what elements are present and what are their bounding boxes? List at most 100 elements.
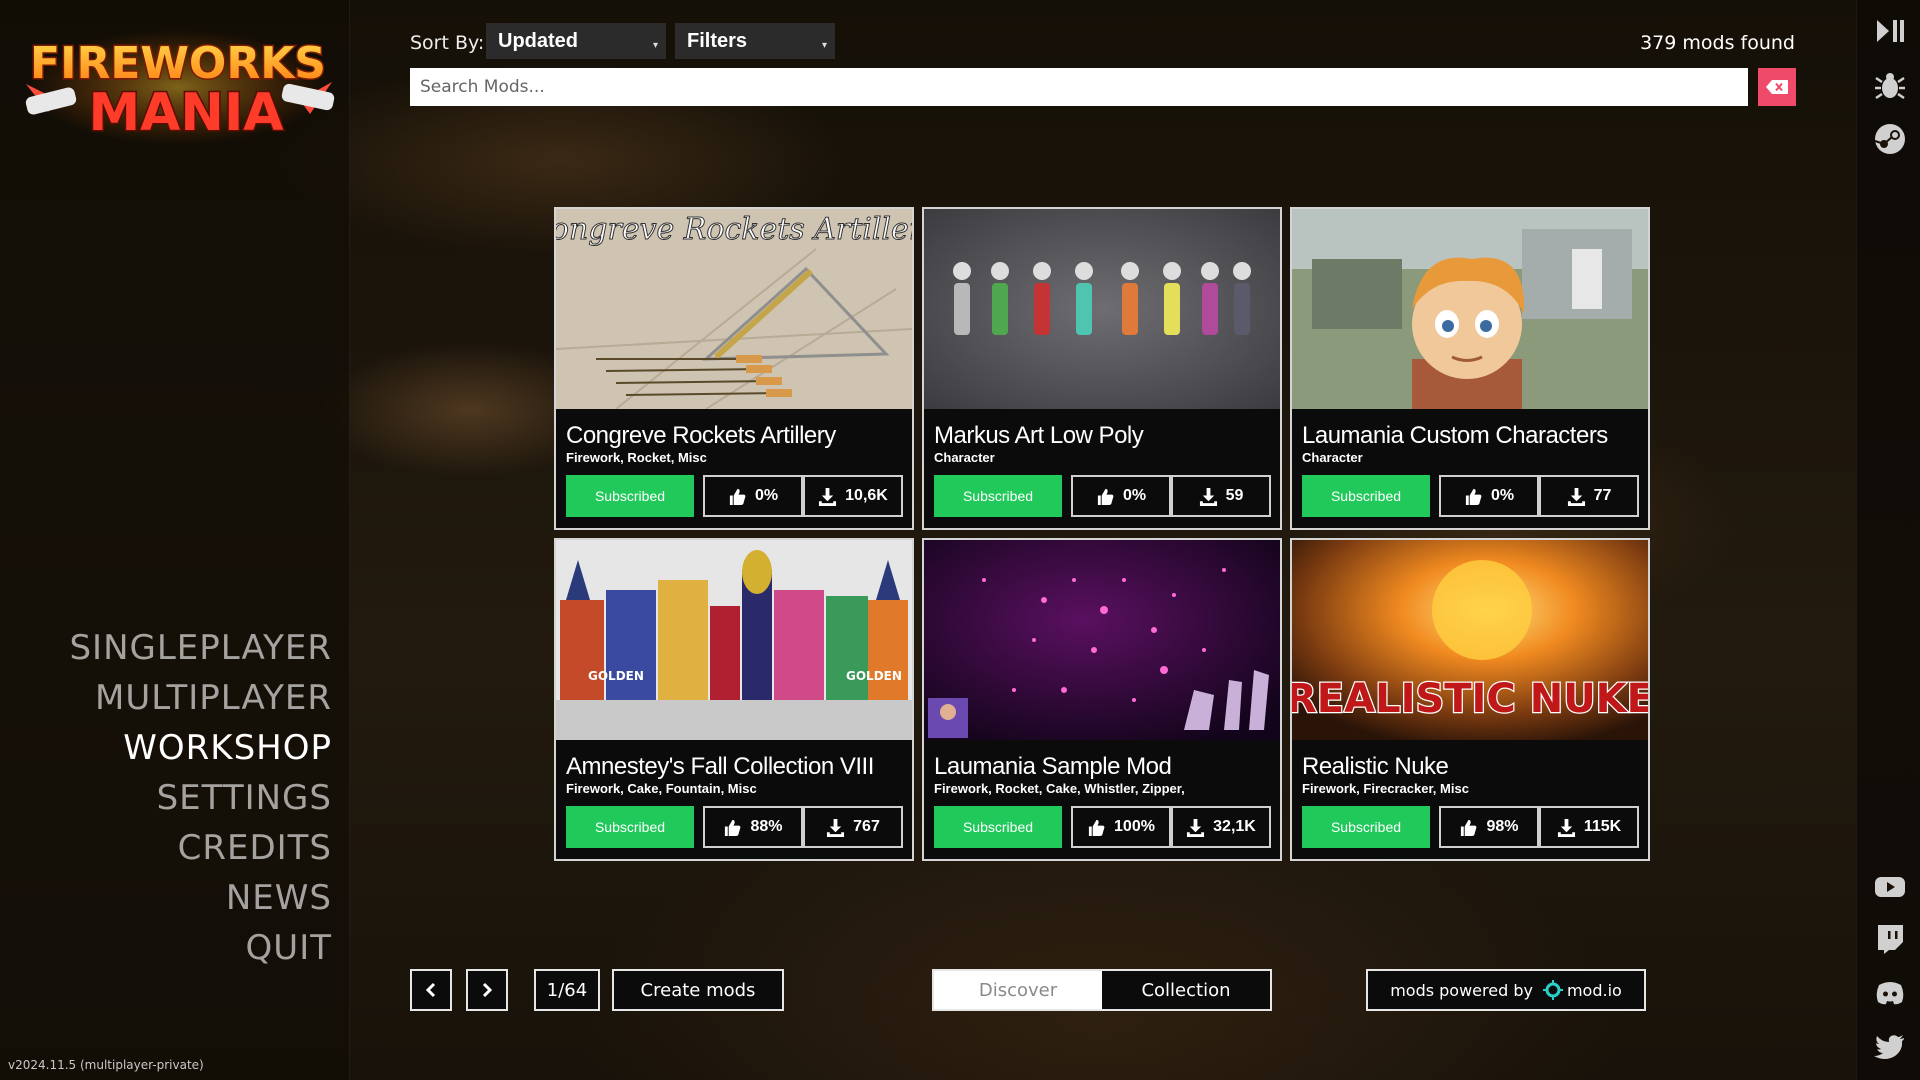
mod-thumbnail xyxy=(1292,209,1648,409)
downloads-stat: 767 xyxy=(803,806,903,848)
version-label: v2024.11.5 (multiplayer-private) xyxy=(8,1058,204,1072)
mod-title: Realistic Nuke xyxy=(1302,753,1449,780)
mod-thumbnail: Congreve Rockets Artillery xyxy=(556,209,912,409)
clear-search-button[interactable] xyxy=(1758,68,1796,106)
downloads-value: 10,6K xyxy=(845,487,888,504)
download-icon xyxy=(1557,818,1575,837)
mod-title: Markus Art Low Poly xyxy=(934,422,1144,449)
play-pause-icon[interactable] xyxy=(1873,14,1907,48)
thumbs-up-icon xyxy=(729,488,746,505)
menu-news[interactable]: NEWS xyxy=(69,873,332,923)
svg-text:GOLDEN: GOLDEN xyxy=(588,669,644,683)
tab-collection[interactable]: Collection xyxy=(1102,971,1270,1009)
mod-thumbnail: REALISTIC NUKE xyxy=(1292,540,1648,740)
previous-page-button[interactable] xyxy=(410,969,452,1011)
menu-singleplayer[interactable]: SINGLEPLAYER xyxy=(69,623,332,673)
download-icon xyxy=(1187,818,1205,837)
subscribed-button[interactable]: Subscribed xyxy=(1302,475,1430,517)
download-icon xyxy=(1199,487,1217,506)
svg-text:MANIA: MANIA xyxy=(88,83,283,143)
backspace-icon xyxy=(1766,80,1788,94)
rating-value: 100% xyxy=(1114,818,1155,835)
mod-thumbnail xyxy=(924,540,1280,740)
modio-gear-icon xyxy=(1542,980,1563,1000)
menu-credits[interactable]: CREDITS xyxy=(69,823,332,873)
svg-text:FIREWORKS: FIREWORKS xyxy=(30,38,326,89)
modio-badge[interactable]: mods powered by mod.io xyxy=(1366,969,1646,1011)
downloads-stat: 115K xyxy=(1539,806,1639,848)
mod-card[interactable]: Laumania Sample Mod Firework, Rocket, Ca… xyxy=(922,538,1282,861)
youtube-icon[interactable] xyxy=(1873,870,1907,904)
download-icon xyxy=(1567,487,1585,506)
twitch-icon[interactable] xyxy=(1873,922,1907,956)
thumbs-up-icon xyxy=(725,819,741,836)
rating-value: 98% xyxy=(1486,818,1519,835)
right-rail xyxy=(1856,0,1920,1080)
bug-icon[interactable] xyxy=(1873,68,1907,102)
create-mods-button[interactable]: Create mods xyxy=(612,969,784,1011)
sort-dropdown[interactable]: Updated ▾ xyxy=(486,23,666,59)
mod-tags: Firework, Cake, Fountain, Misc xyxy=(566,781,757,796)
rating-stat: 0% xyxy=(703,475,803,517)
mod-title: Congreve Rockets Artillery xyxy=(566,422,836,449)
sort-value: Updated xyxy=(498,30,578,52)
mod-tags: Firework, Rocket, Misc xyxy=(566,450,707,465)
search-input[interactable] xyxy=(410,68,1748,106)
modio-brand: mod.io xyxy=(1566,980,1622,1000)
downloads-stat: 59 xyxy=(1171,475,1271,517)
filters-label: Filters xyxy=(687,30,748,52)
subscribed-button[interactable]: Subscribed xyxy=(1302,806,1430,848)
steam-icon[interactable] xyxy=(1873,122,1907,156)
thumbs-up-icon xyxy=(1088,819,1105,836)
filters-dropdown[interactable]: Filters ▾ xyxy=(675,23,835,59)
menu-quit[interactable]: QUIT xyxy=(69,923,332,973)
download-icon xyxy=(827,818,845,837)
subscribed-button[interactable]: Subscribed xyxy=(566,806,694,848)
next-page-button[interactable] xyxy=(466,969,508,1011)
downloads-value: 77 xyxy=(1593,487,1612,504)
svg-text:Congreve Rockets Artillery: Congreve Rockets Artillery xyxy=(556,212,912,247)
mod-title: Laumania Sample Mod xyxy=(934,753,1172,780)
mod-title: Laumania Custom Characters xyxy=(1302,422,1608,449)
mod-tags: Character xyxy=(1302,450,1363,465)
subscribed-button[interactable]: Subscribed xyxy=(566,475,694,517)
twitter-icon[interactable] xyxy=(1873,1030,1907,1064)
discord-icon[interactable] xyxy=(1873,976,1907,1010)
mod-card[interactable]: Laumania Custom Characters Character Sub… xyxy=(1290,207,1650,530)
downloads-value: 59 xyxy=(1225,487,1244,504)
tab-discover[interactable]: Discover xyxy=(934,971,1102,1009)
rating-value: 0% xyxy=(1490,487,1515,504)
thumbs-up-icon xyxy=(1465,488,1482,505)
mod-card[interactable]: REALISTIC NUKE Realistic Nuke Firework, … xyxy=(1290,538,1650,861)
downloads-stat: 10,6K xyxy=(803,475,903,517)
mod-card[interactable]: Congreve Rockets Artillery Congreve Rock… xyxy=(554,207,914,530)
mods-found-count: 379 mods found xyxy=(1640,32,1795,54)
sidebar: FIREWORKS MANIA SINGLEPLAYER MULTIPLAYER… xyxy=(0,0,350,1080)
mod-thumbnail: GOLDEN GOLDEN xyxy=(556,540,912,740)
downloads-stat: 32,1K xyxy=(1171,806,1271,848)
caret-down-icon: ▾ xyxy=(652,40,658,51)
rating-value: 0% xyxy=(1122,487,1147,504)
subscribed-button[interactable]: Subscribed xyxy=(934,806,1062,848)
caret-down-icon: ▾ xyxy=(821,40,827,51)
rating-value: 88% xyxy=(750,818,783,835)
subscribed-button[interactable]: Subscribed xyxy=(934,475,1062,517)
view-toggle: Discover Collection xyxy=(932,969,1272,1011)
chevron-right-icon xyxy=(482,982,493,998)
game-logo: FIREWORKS MANIA xyxy=(18,22,338,152)
mod-card[interactable]: GOLDEN GOLDEN Amnestey's Fall Collection… xyxy=(554,538,914,861)
downloads-value: 32,1K xyxy=(1213,818,1256,835)
mod-thumbnail xyxy=(924,209,1280,409)
svg-text:REALISTIC NUKE: REALISTIC NUKE xyxy=(1292,676,1648,722)
menu-settings[interactable]: SETTINGS xyxy=(69,773,332,823)
mod-card[interactable]: Markus Art Low Poly Character Subscribed… xyxy=(922,207,1282,530)
mod-title: Amnestey's Fall Collection VIII xyxy=(566,753,874,780)
modio-logo: mod.io xyxy=(1542,980,1622,1000)
menu-workshop[interactable]: WORKSHOP xyxy=(69,723,332,773)
menu-multiplayer[interactable]: MULTIPLAYER xyxy=(69,673,332,723)
download-icon xyxy=(819,487,837,506)
rating-stat: 0% xyxy=(1439,475,1539,517)
rating-value: 0% xyxy=(754,487,779,504)
thumbs-up-icon xyxy=(1097,488,1114,505)
powered-by-label: mods powered by xyxy=(1390,980,1533,1000)
